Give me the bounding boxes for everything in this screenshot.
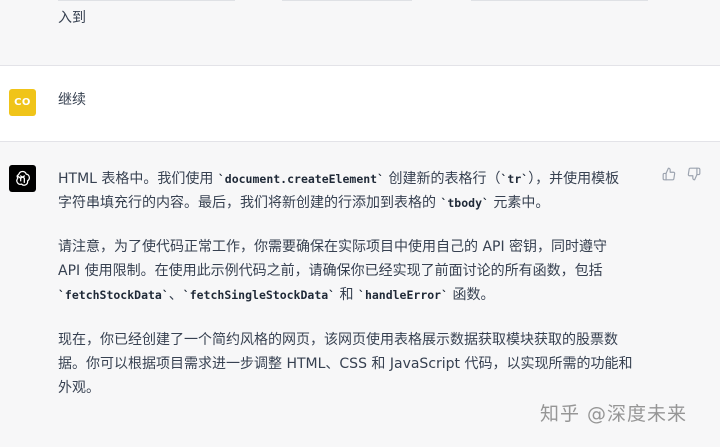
p3-text-b: 据。你可以根据项目需求进一步调整 HTML、CSS 和 JavaScript 代…: [58, 356, 633, 372]
assistant-paragraph-2: 请注意，为了使代码正常工作，你需要确保在实际项目中使用自己的 API 密钥，同时…: [58, 235, 658, 307]
p2-separator: 、: [168, 287, 183, 303]
thumbs-down-icon[interactable]: [686, 166, 702, 182]
assistant-paragraph-1: HTML 表格中。我们使用 `document.createElement` 创…: [58, 167, 658, 215]
p2-text-b: API 使用限制。在使用此示例代码之前，请确保你已经实现了前面讨论的所有函数，包…: [58, 263, 603, 279]
previous-assistant-message: 入到: [0, 0, 720, 66]
p3-text-a: 现在，你已经创建了一个简约风格的网页，该网页使用表格展示数据获取模块获取的股票数: [58, 332, 618, 348]
user-avatar: CO: [9, 89, 36, 116]
inline-code-fetch-single-stock-data: `fetchSingleStockData`: [182, 288, 336, 302]
inline-code-tbody: `tbody`: [440, 196, 489, 210]
inline-code-tr: `tr`: [500, 172, 529, 186]
user-message-text: 继续: [58, 92, 86, 108]
openai-logo-icon: [9, 165, 36, 192]
p1-text-a: HTML 表格中。我们使用: [58, 171, 218, 187]
p2-and: 和: [335, 287, 359, 303]
cropped-text-line: [58, 0, 648, 1]
p3-text-c: 外观。: [58, 380, 100, 396]
p2-end: 函数。: [448, 287, 495, 303]
previous-message-last-line: 入到: [58, 10, 86, 26]
p1-text-c: ），并使用模板: [528, 171, 620, 187]
inline-code-handle-error: `handleError`: [358, 288, 449, 302]
thumbs-up-icon[interactable]: [661, 166, 677, 182]
p1-text-e: 元素中。: [488, 195, 550, 211]
p1-text-d: 字符串填充行的内容。最后，我们将新创建的行添加到表格的: [58, 195, 441, 211]
inline-code-create-element: `document.createElement`: [217, 172, 385, 186]
zhihu-watermark: 知乎 @深度未来: [540, 403, 688, 425]
user-message-row: [0, 66, 720, 142]
p2-text-a: 请注意，为了使代码正常工作，你需要确保在实际项目中使用自己的 API 密钥，同时…: [58, 239, 608, 255]
p1-text-b: 创建新的表格行（: [384, 171, 501, 187]
assistant-paragraph-3: 现在，你已经创建了一个简约风格的网页，该网页使用表格展示数据获取模块获取的股票数…: [58, 328, 658, 400]
inline-code-fetch-stock-data: `fetchStockData`: [58, 288, 169, 302]
